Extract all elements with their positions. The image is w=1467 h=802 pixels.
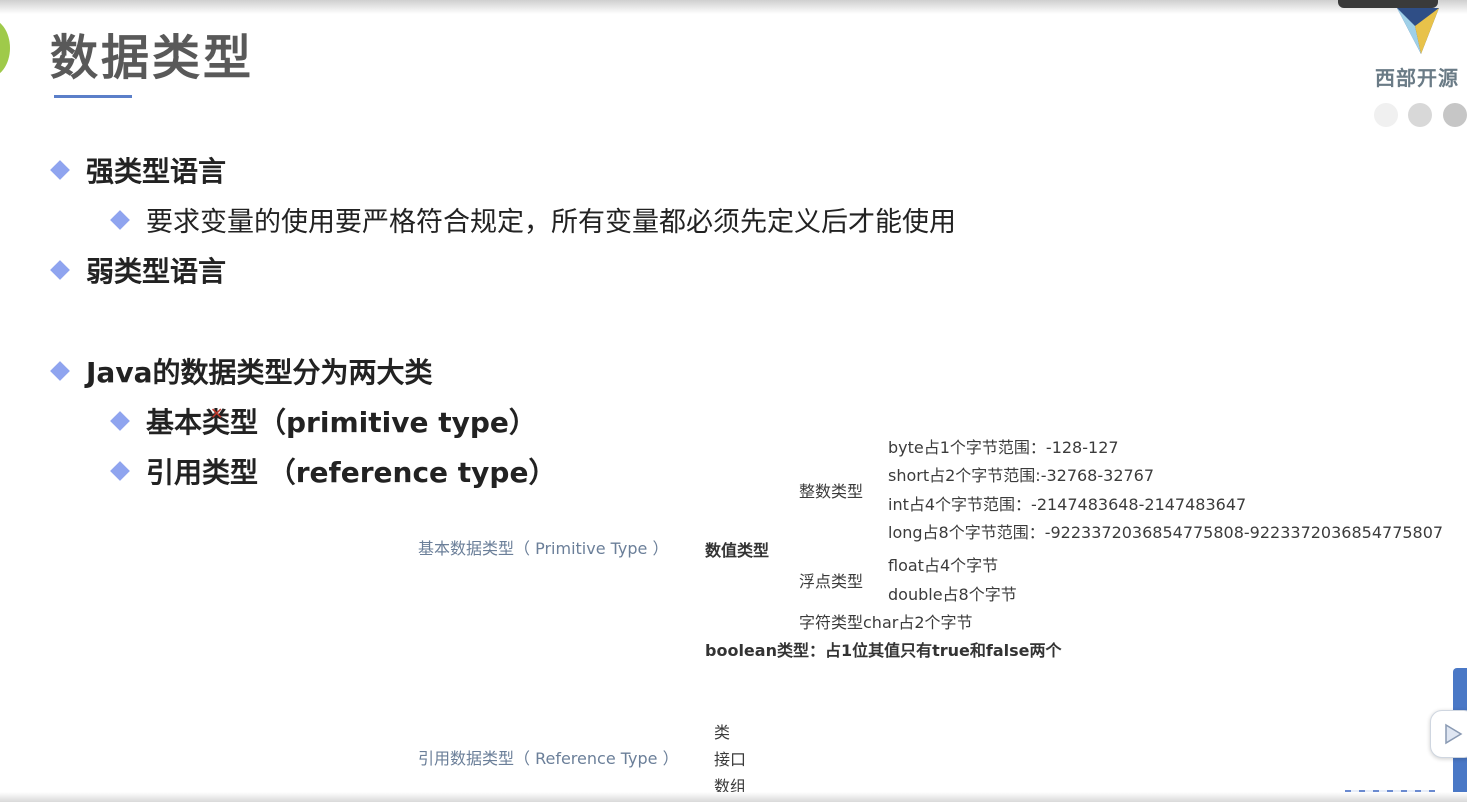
long-label: long占8个字节范围：-9223372036854775808-9223372… [888,523,1444,542]
diamond-bullet-icon [110,209,130,230]
triangle-logo-icon [1397,8,1439,54]
bullet-strong-typed-desc: 要求变量的使用要严格符合规定，所有变量都必须先定义后才能使用 [110,200,956,239]
bullet-text: 基本类型（primitive type） [146,406,537,439]
numeric-type-label: 数值类型 [705,541,770,560]
short-label: short占2个字节范围:-32768-32767 [888,466,1155,485]
bullet-text: 弱类型语言 [86,255,227,288]
diamond-bullet-icon [50,260,70,280]
dot-decoration [1408,103,1432,127]
page-title: 数据类型 [50,30,255,86]
int-label: int占4个字节范围：-2147483648-2147483647 [888,495,1247,514]
integer-type-label: 整数类型 [799,482,864,501]
primitive-root-label: 基本数据类型（ Primitive Type ） [418,539,669,558]
bullet-weak-typed: 弱类型语言 [50,250,227,290]
float-label: float占4个字节 [888,556,999,575]
floating-type-label: 浮点类型 [799,572,864,591]
brand-logo: 西部开源 [1370,0,1467,130]
bullet-primitive: 基本类型（primitive type） [110,401,537,441]
title-underline [54,95,132,98]
bullet-text: 强类型语言 [86,155,227,188]
play-arrow-icon [1445,723,1463,745]
bottom-shade [0,792,1467,802]
bullet-java-types: Java的数据类型分为两大类 [50,351,433,391]
bullet-reference: 引用类型 （reference type） [110,451,557,491]
bullet-text: 引用类型 （reference type） [146,456,557,489]
reference-root-label: 引用数据类型（ Reference Type ） [418,749,679,768]
diamond-bullet-icon [50,160,70,180]
top-shade [0,0,1467,14]
boolean-label: boolean类型：占1位其值只有true和false两个 [705,641,1062,660]
diamond-bullet-icon [110,461,130,481]
next-slide-button[interactable] [1430,710,1467,758]
diamond-bullet-icon [50,361,70,381]
logo-text: 西部开源 [1375,66,1459,90]
byte-label: byte占1个字节范围：-128-127 [888,438,1119,457]
diamond-bullet-icon [110,411,130,431]
bullet-text: Java的数据类型分为两大类 [86,356,433,389]
double-label: double占8个字节 [888,585,1017,604]
dot-decoration [1443,103,1467,127]
bullet-strong-typed: 强类型语言 [50,150,227,190]
char-label: 字符类型char占2个字节 [799,613,973,632]
interface-label: 接口 [714,750,747,769]
slide-edge-decoration [0,18,10,78]
bullet-text: 要求变量的使用要严格符合规定，所有变量都必须先定义后才能使用 [146,207,956,238]
mouse-cursor-icon: ✕ [210,404,224,423]
dot-decoration [1374,103,1398,127]
class-label: 类 [714,723,731,742]
